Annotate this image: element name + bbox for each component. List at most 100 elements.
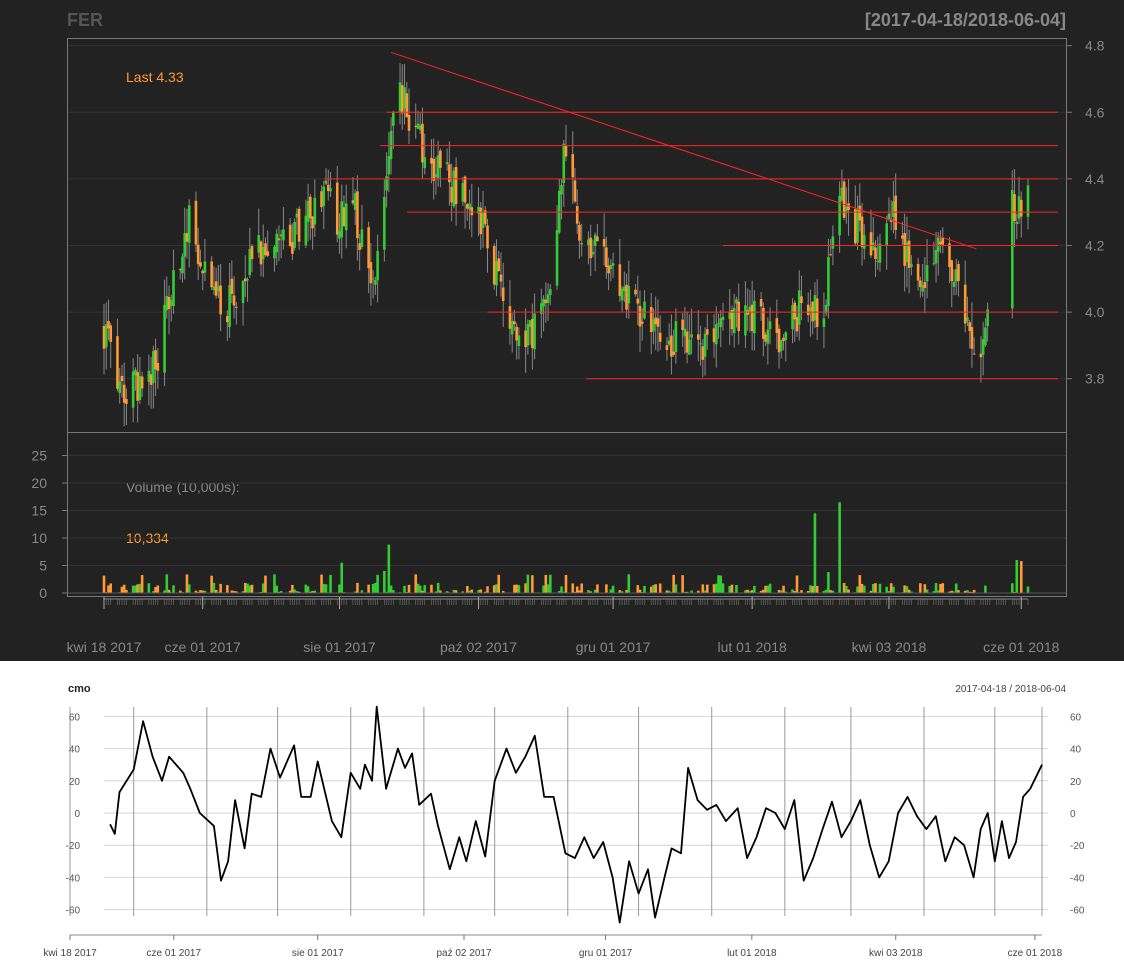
candle-body bbox=[791, 305, 794, 330]
candle-body bbox=[634, 289, 637, 295]
price-y-tick-label: 4.0 bbox=[1085, 304, 1105, 320]
candle-body bbox=[1015, 222, 1019, 224]
volume-bar bbox=[291, 584, 294, 593]
candle-body bbox=[596, 236, 599, 242]
candle-body bbox=[398, 82, 402, 112]
candle-body bbox=[526, 324, 530, 346]
volume-bar bbox=[374, 583, 377, 593]
cmo-y-ticks: -60 -60 -40 -40 -20 -20 0 0 20 20 40 40 60 60 bbox=[66, 712, 1085, 916]
volume-bar bbox=[120, 586, 124, 593]
candle-body bbox=[172, 270, 175, 306]
candle-body bbox=[326, 184, 330, 192]
volume-bar bbox=[681, 575, 684, 593]
candle-body bbox=[517, 335, 521, 347]
candle-body bbox=[264, 243, 267, 256]
candle-body bbox=[439, 150, 442, 168]
volume-bar bbox=[122, 584, 126, 593]
candle-body bbox=[367, 227, 370, 269]
candle-body bbox=[963, 284, 967, 324]
volume-bar bbox=[185, 574, 189, 593]
volume-bar bbox=[154, 586, 157, 593]
volume-y-tick-label: 5 bbox=[39, 558, 47, 574]
volume-bar bbox=[903, 585, 906, 593]
candle-body bbox=[241, 280, 245, 303]
candle-body bbox=[183, 233, 187, 257]
candle-body bbox=[125, 399, 128, 404]
price-x-tick-label: cze 01 2018 bbox=[983, 639, 1059, 655]
volume-bar bbox=[403, 585, 406, 593]
volume-bar bbox=[497, 574, 501, 593]
candle-body bbox=[261, 246, 265, 260]
candle-body bbox=[703, 333, 707, 357]
candle-body bbox=[871, 242, 875, 251]
price-x-tick-label: sie 01 2017 bbox=[303, 639, 376, 655]
candle-body bbox=[1011, 190, 1014, 309]
candle-body bbox=[104, 324, 108, 348]
volume-bar bbox=[811, 586, 814, 593]
candle-body bbox=[181, 256, 184, 274]
candle-body bbox=[356, 191, 359, 239]
volume-bar bbox=[320, 574, 323, 593]
candle-body bbox=[719, 318, 723, 328]
candle-body bbox=[109, 325, 113, 342]
volume-bar bbox=[596, 584, 599, 593]
candle-body bbox=[860, 216, 864, 248]
candle-body bbox=[219, 285, 222, 315]
candle-body bbox=[510, 320, 514, 335]
candle-body bbox=[486, 225, 489, 249]
volume-y-tick-label: 20 bbox=[31, 475, 47, 491]
volume-bar bbox=[226, 585, 229, 593]
volume-bar bbox=[246, 583, 249, 593]
candle-body bbox=[858, 205, 862, 221]
volume-bar bbox=[513, 584, 516, 593]
candle-body bbox=[436, 155, 440, 179]
candle-body bbox=[901, 235, 904, 239]
candle-body bbox=[840, 187, 844, 201]
volume-bar bbox=[544, 574, 548, 593]
candle-body bbox=[360, 229, 364, 248]
candle-body bbox=[571, 154, 575, 178]
candle-body bbox=[288, 224, 292, 246]
candle-body bbox=[165, 296, 169, 311]
candle-body bbox=[795, 317, 799, 332]
candle-body bbox=[257, 235, 261, 253]
candle-body bbox=[463, 176, 467, 203]
candle-body bbox=[674, 321, 678, 353]
candle-body bbox=[134, 369, 137, 376]
candle-body bbox=[497, 258, 501, 272]
volume-bar bbox=[721, 583, 725, 593]
candle-body bbox=[371, 278, 375, 280]
candle-body bbox=[445, 162, 449, 164]
candle-body bbox=[546, 294, 550, 304]
volume-bar bbox=[492, 585, 496, 593]
candle-body bbox=[275, 233, 278, 253]
candle-body bbox=[575, 206, 579, 224]
candle-body bbox=[966, 317, 969, 322]
volume-bar bbox=[730, 584, 734, 593]
candle-body bbox=[683, 328, 687, 337]
price-plot-frame bbox=[67, 38, 1067, 433]
candle-body bbox=[226, 316, 229, 323]
volume-bar bbox=[243, 582, 247, 593]
candle-body bbox=[981, 339, 985, 355]
candle-body bbox=[636, 298, 640, 304]
candle-body bbox=[658, 332, 662, 342]
volume-bar bbox=[719, 575, 723, 593]
volume-bar bbox=[109, 583, 113, 593]
candle-body bbox=[250, 246, 254, 260]
cmo-y-tick-label-right: 0 bbox=[1070, 809, 1076, 820]
candle-body bbox=[640, 321, 644, 324]
volume-bar bbox=[782, 585, 785, 593]
candle-body bbox=[295, 213, 299, 218]
candle-body bbox=[950, 260, 954, 282]
candle-body bbox=[764, 334, 767, 342]
candle-body bbox=[697, 334, 700, 340]
candle-body bbox=[392, 111, 395, 126]
candle-body bbox=[549, 289, 552, 295]
price-chart: FER [2017-04-18/2018-06-04] Last 4.33 Vo… bbox=[31, 10, 1105, 655]
candle-body bbox=[199, 262, 202, 267]
price-x-axis: kwi 18 2017 cze 01 2017 sie 01 2017 paź 02 … bbox=[67, 597, 1060, 655]
candle-body bbox=[800, 296, 803, 304]
candle-body bbox=[1017, 196, 1021, 219]
candle-body bbox=[533, 313, 536, 350]
